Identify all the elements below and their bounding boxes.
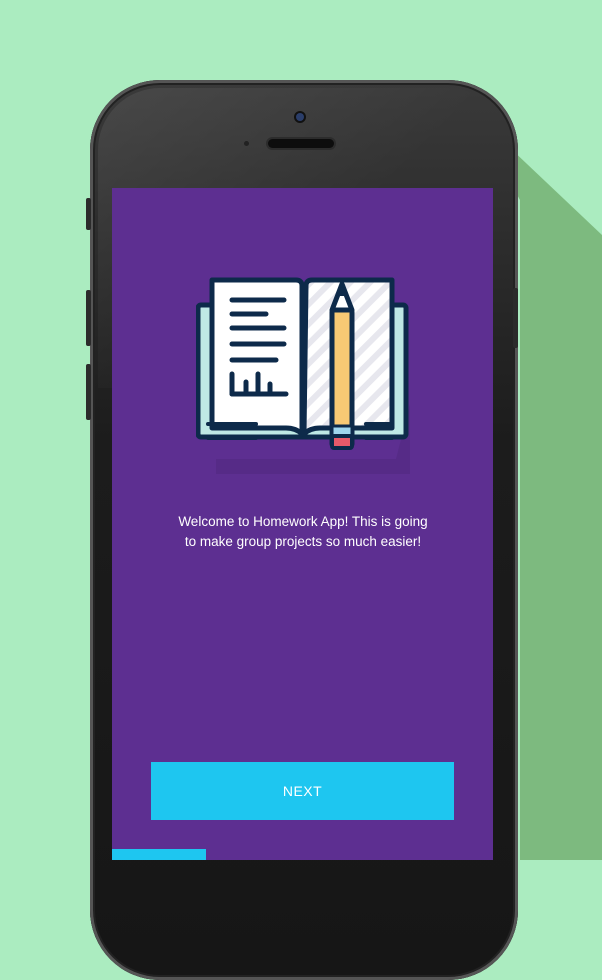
phone-power-button [513,288,518,348]
proximity-sensor [244,141,249,146]
front-camera-icon [296,113,304,121]
earpiece-speaker [268,139,334,148]
phone-volume-down [86,364,91,420]
app-screen: Welcome to Homework App! This is going t… [112,188,493,860]
phone-volume-up [86,290,91,346]
welcome-message: Welcome to Homework App! This is going t… [178,514,428,549]
open-book-with-pencil-icon [196,277,410,474]
phone-mute-switch [86,198,91,230]
next-button[interactable]: NEXT [151,762,454,820]
page-indicator-bar [112,849,206,860]
